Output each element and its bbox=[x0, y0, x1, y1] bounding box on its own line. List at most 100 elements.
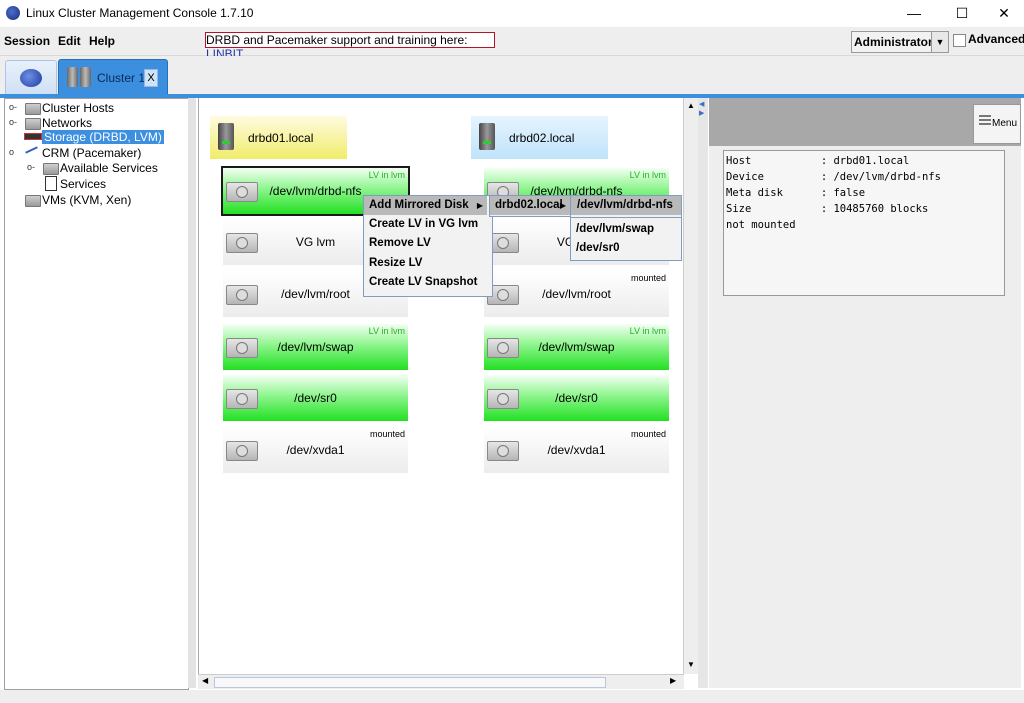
block-label: /dev/lvm/swap bbox=[277, 340, 354, 354]
close-tab-icon[interactable]: X bbox=[144, 69, 158, 87]
block-tag: LV in lvm bbox=[368, 326, 405, 336]
banner-text: DRBD and Pacemaker support and training … bbox=[206, 33, 468, 47]
submenu-arrow-icon: ▶ bbox=[559, 201, 566, 210]
tree-item-networks[interactable]: Networks bbox=[42, 116, 92, 130]
tree-item-services[interactable]: Services bbox=[60, 177, 106, 191]
cluster-server-icon bbox=[80, 67, 91, 87]
block-device-drbd01-sr0[interactable]: /dev/sr0 bbox=[223, 375, 408, 421]
tree-item-crm[interactable]: CRM (Pacemaker) bbox=[42, 146, 141, 160]
panel-menu-button[interactable]: Menu bbox=[973, 104, 1021, 144]
scroll-down-icon[interactable]: ▼ bbox=[685, 659, 697, 671]
block-device-drbd02-swap[interactable]: LV in lvm /dev/lvm/swap bbox=[484, 324, 669, 370]
tab-cluster-label: Cluster 1 bbox=[97, 71, 146, 85]
block-device-drbd02-xvda1[interactable]: mounted /dev/xvda1 bbox=[484, 427, 669, 473]
context-menu: Add Mirrored Disk ▶ Create LV in VG lvm … bbox=[363, 195, 493, 297]
server-icon bbox=[218, 123, 234, 150]
chevron-down-icon[interactable]: ▼ bbox=[931, 32, 948, 52]
block-tag: LV in lvm bbox=[368, 170, 405, 180]
menu-separator bbox=[571, 217, 681, 218]
collapse-left-icon[interactable]: ◀ bbox=[699, 100, 704, 108]
host-label: drbd02.local bbox=[509, 131, 575, 145]
tree-item-vms[interactable]: VMs (KVM, Xen) bbox=[42, 193, 131, 207]
block-tag: mounted bbox=[630, 273, 666, 283]
tab-cluster-1[interactable]: Cluster 1 X bbox=[58, 59, 168, 96]
user-select[interactable]: Administrator ▼ bbox=[851, 31, 949, 53]
submenu-item-sr0[interactable]: /dev/sr0 bbox=[576, 239, 619, 258]
expand-icon[interactable]: o- bbox=[27, 162, 35, 172]
drbd-icon bbox=[24, 133, 42, 140]
host-drbd02[interactable]: drbd02.local bbox=[471, 116, 608, 159]
vertical-scrollbar[interactable]: ▲ ▼ bbox=[683, 98, 698, 674]
menu-item-create-lv[interactable]: Create LV in VG lvm bbox=[369, 215, 478, 234]
menu-item-add-mirrored-disk[interactable]: Add Mirrored Disk ▶ bbox=[364, 196, 487, 215]
home-logo-icon bbox=[20, 69, 42, 87]
left-splitter[interactable] bbox=[188, 98, 196, 688]
menu-help[interactable]: Help bbox=[89, 34, 115, 48]
tree-item-available-services[interactable]: Available Services bbox=[60, 161, 158, 175]
maximize-button[interactable]: ☐ bbox=[940, 2, 984, 24]
tab-bar: Cluster 1 X bbox=[0, 56, 1024, 96]
info-device: Device : /dev/lvm/drbd-nfs bbox=[726, 171, 941, 183]
block-label: /dev/lvm/root bbox=[542, 287, 611, 301]
tree-item-cluster-hosts[interactable]: Cluster Hosts bbox=[42, 101, 114, 115]
info-panel: Menu Host : drbd01.local Device : /dev/l… bbox=[709, 98, 1021, 688]
menu-session[interactable]: Session bbox=[4, 34, 50, 48]
block-tag: mounted bbox=[369, 429, 405, 439]
menu-item-resize-lv[interactable]: Resize LV bbox=[369, 254, 422, 273]
submenu-item-swap[interactable]: /dev/lvm/swap bbox=[576, 220, 654, 239]
block-label: /dev/xvda1 bbox=[286, 443, 345, 457]
submenu-disks: /dev/lvm/drbd-nfs /dev/lvm/swap /dev/sr0 bbox=[570, 195, 682, 261]
scroll-right-icon[interactable]: ▶ bbox=[670, 676, 676, 685]
menu-item-remove-lv[interactable]: Remove LV bbox=[369, 234, 431, 253]
status-bar bbox=[0, 690, 1024, 703]
block-device-drbd01-swap[interactable]: LV in lvm /dev/lvm/swap bbox=[223, 324, 408, 370]
menu-icon bbox=[979, 115, 991, 117]
tab-home[interactable] bbox=[5, 60, 57, 96]
info-size: Size : 10485760 blocks bbox=[726, 203, 929, 215]
advanced-checkbox[interactable] bbox=[953, 34, 966, 47]
folder-icon bbox=[25, 118, 41, 130]
menu-bar: Session Edit Help DRBD and Pacemaker sup… bbox=[0, 27, 1024, 61]
submenu-arrow-icon: ▶ bbox=[476, 201, 483, 210]
submenu-item-drbd02[interactable]: drbd02.local ▶ bbox=[490, 196, 570, 215]
block-label: /dev/xvda1 bbox=[547, 443, 606, 457]
expand-icon[interactable]: o- bbox=[9, 117, 17, 127]
host-label: drbd01.local bbox=[248, 131, 314, 145]
menu-item-create-lv-snapshot[interactable]: Create LV Snapshot bbox=[369, 273, 477, 292]
info-host: Host : drbd01.local bbox=[726, 155, 910, 167]
app-logo-icon bbox=[6, 6, 20, 20]
scroll-left-icon[interactable]: ◀ bbox=[202, 676, 208, 685]
close-button[interactable]: ✕ bbox=[982, 2, 1024, 24]
server-icon bbox=[479, 123, 495, 150]
crm-icon bbox=[25, 146, 38, 154]
folder-icon bbox=[25, 195, 41, 207]
tree-item-storage[interactable]: Storage (DRBD, LVM) bbox=[42, 130, 164, 144]
advanced-label[interactable]: Advanced bbox=[968, 32, 1024, 46]
horizontal-scrollbar[interactable]: ◀ ▶ bbox=[198, 674, 684, 689]
minimize-button[interactable]: — bbox=[892, 2, 936, 24]
scroll-up-icon[interactable]: ▲ bbox=[685, 100, 697, 112]
expand-icon[interactable]: o- bbox=[9, 102, 17, 112]
info-panel-header: Menu bbox=[709, 98, 1021, 146]
window-title: Linux Cluster Management Console 1.7.10 bbox=[26, 6, 254, 20]
submenu-item-drbd-nfs[interactable]: /dev/lvm/drbd-nfs bbox=[571, 196, 681, 215]
block-device-drbd02-sr0[interactable]: /dev/sr0 bbox=[484, 375, 669, 421]
block-device-drbd01-xvda1[interactable]: mounted /dev/xvda1 bbox=[223, 427, 408, 473]
block-tag: mounted bbox=[630, 429, 666, 439]
collapse-right-icon[interactable]: ▶ bbox=[699, 109, 704, 117]
storage-graph: drbd01.local drbd02.local LV in lvm /dev… bbox=[198, 98, 683, 674]
block-label: /dev/sr0 bbox=[294, 391, 337, 405]
host-drbd01[interactable]: drbd01.local bbox=[210, 116, 347, 159]
menu-edit[interactable]: Edit bbox=[58, 34, 81, 48]
block-label: /dev/sr0 bbox=[555, 391, 598, 405]
horizontal-scroll-thumb[interactable] bbox=[214, 677, 606, 688]
folder-icon bbox=[25, 103, 41, 115]
right-splitter[interactable]: ◀ ▶ bbox=[698, 98, 708, 688]
block-device-drbd02-root[interactable]: mounted /dev/lvm/root bbox=[484, 271, 669, 317]
info-meta-disk: Meta disk : false bbox=[726, 187, 866, 199]
title-bar: Linux Cluster Management Console 1.7.10 … bbox=[0, 0, 1024, 27]
collapse-icon[interactable]: o bbox=[9, 147, 14, 157]
panel-menu-label: Menu bbox=[992, 118, 1018, 129]
user-select-value: Administrator bbox=[854, 35, 933, 49]
support-banner: DRBD and Pacemaker support and training … bbox=[205, 32, 495, 61]
